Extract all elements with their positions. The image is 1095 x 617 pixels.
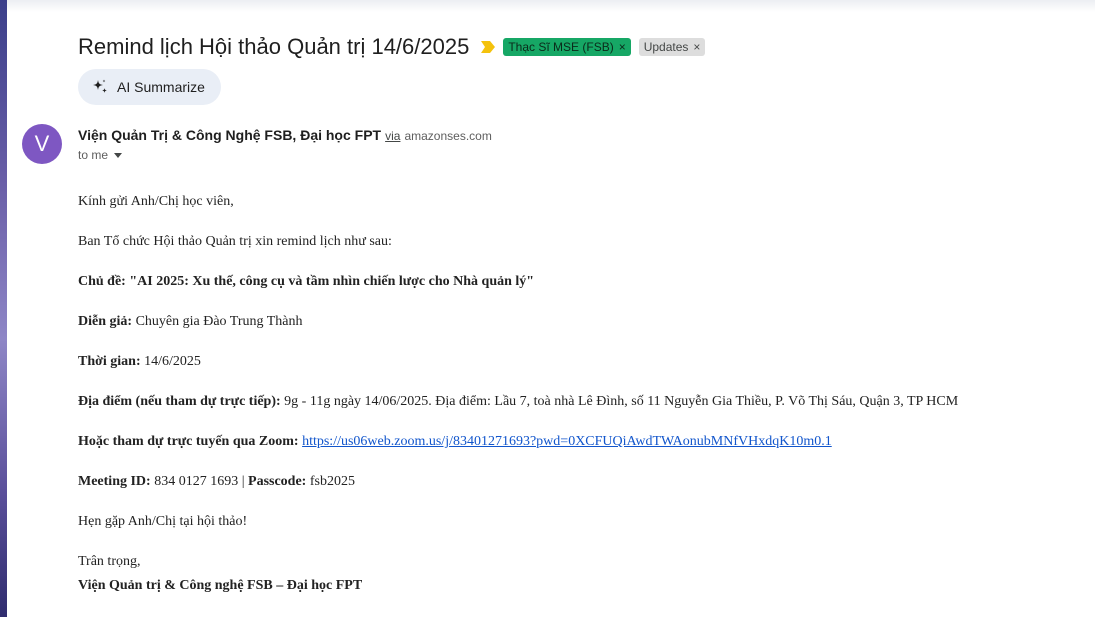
closing-line: Hẹn gặp Anh/Chị tại hội thảo! <box>78 514 248 529</box>
topic-value: "AI 2025: Xu thế, công cụ và tầm nhìn ch… <box>129 274 535 289</box>
via-domain: amazonses.com <box>404 129 492 143</box>
remove-label-icon[interactable]: × <box>619 38 626 56</box>
zoom-line: Hoặc tham dự trực tuyến qua Zoom: https:… <box>78 434 832 450</box>
label-chip-updates: Updates × <box>638 38 706 56</box>
toolbar-shadow <box>7 0 1095 12</box>
regards-line: Trân trọng, <box>78 554 141 569</box>
label-chip-mse: Thạc Sĩ MSE (FSB) × <box>503 38 631 56</box>
meeting-line: Meeting ID: 834 0127 1693 | Passcode: fs… <box>78 474 355 490</box>
remove-label-icon[interactable]: × <box>693 38 700 56</box>
speaker-line: Diễn giả: Chuyên gia Đào Trung Thành <box>78 314 303 330</box>
sender-name[interactable]: Viện Quản Trị & Công Nghệ FSB, Đại học F… <box>78 127 381 143</box>
venue-label: Địa điểm (nếu tham dự trực tiếp): <box>78 394 281 409</box>
greeting-line: Kính gửi Anh/Chị học viên, <box>78 194 234 209</box>
zoom-label: Hoặc tham dự trực tuyến qua Zoom: <box>78 434 299 449</box>
intro-line: Ban Tổ chức Hội thảo Quản trị xin remind… <box>78 234 392 249</box>
sender-row: Viện Quản Trị & Công Nghệ FSB, Đại học F… <box>78 127 492 143</box>
desktop-wallpaper-edge <box>0 0 7 617</box>
ai-summarize-button[interactable]: AI Summarize <box>78 69 221 105</box>
time-label: Thời gian: <box>78 354 141 369</box>
label-chip-text: Updates <box>643 40 689 54</box>
passcode-label: Passcode: <box>248 474 307 489</box>
label-chip-text: Thạc Sĩ MSE (FSB) <box>508 40 614 54</box>
speaker-label: Diễn giả: <box>78 314 133 329</box>
topic-label: Chủ đề: <box>78 274 126 289</box>
recipient-details-toggle[interactable]: to me <box>78 148 123 162</box>
venue-line: Địa điểm (nếu tham dự trực tiếp): 9g - 1… <box>78 394 958 410</box>
time-value: 14/6/2025 <box>140 354 201 369</box>
passcode-value: fsb2025 <box>306 474 355 489</box>
time-line: Thời gian: 14/6/2025 <box>78 354 201 370</box>
zoom-link[interactable]: https://us06web.zoom.us/j/83401271693?pw… <box>302 434 832 449</box>
subject-row: Remind lịch Hội thảo Quản trị 14/6/2025 … <box>78 32 706 62</box>
sparkle-icon <box>91 78 109 96</box>
importance-marker-icon[interactable] <box>481 40 496 54</box>
ai-summarize-label: AI Summarize <box>117 79 205 95</box>
speaker-value: Chuyên gia Đào Trung Thành <box>132 314 303 329</box>
signature-line: Viện Quản trị & Công nghệ FSB – Đại học … <box>78 578 363 593</box>
meeting-id-label: Meeting ID: <box>78 474 151 489</box>
via-link[interactable]: via <box>385 129 400 143</box>
meeting-id-value: 834 0127 1693 | <box>150 474 249 489</box>
caret-down-icon <box>114 152 123 158</box>
topic-line: Chủ đề: "AI 2025: Xu thế, công cụ và tầm… <box>78 274 534 290</box>
venue-value: 9g - 11g ngày 14/06/2025. Địa điểm: Lầu … <box>280 394 959 409</box>
email-subject: Remind lịch Hội thảo Quản trị 14/6/2025 <box>78 34 470 59</box>
sender-avatar[interactable]: V <box>22 124 62 164</box>
recipient-text: to me <box>78 148 109 162</box>
